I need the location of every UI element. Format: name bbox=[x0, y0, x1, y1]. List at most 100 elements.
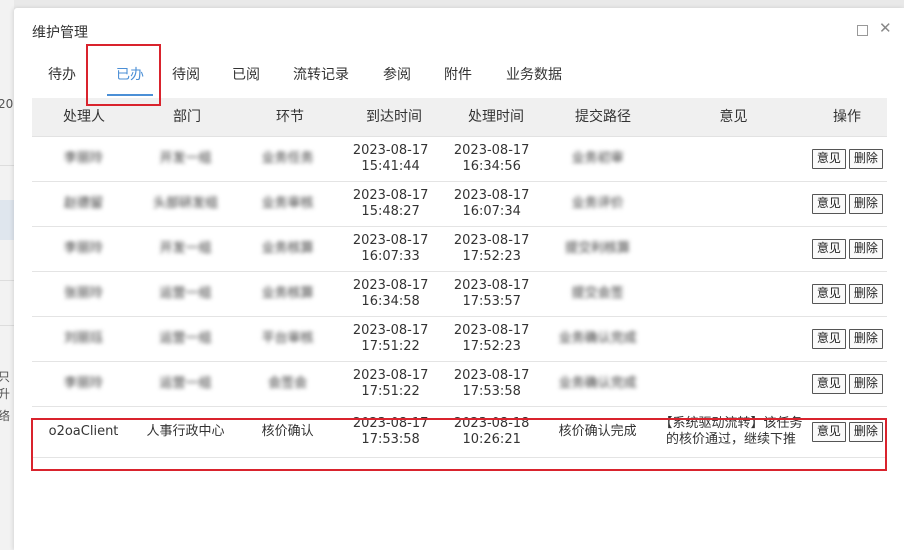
arrival-date: 2023-08-17 bbox=[352, 416, 429, 431]
tab-business-data[interactable]: 业务数据 bbox=[499, 56, 569, 98]
arrival-clock: 15:48:27 bbox=[361, 204, 420, 219]
cell-department: 运营一组 bbox=[159, 376, 212, 391]
cell-handler: 李丽玲 bbox=[64, 151, 104, 166]
delete-button[interactable]: 删除 bbox=[848, 422, 883, 442]
opinion-button[interactable]: 意见 bbox=[811, 284, 846, 304]
cell-actions: 意见 删除 bbox=[808, 422, 887, 442]
cell-arrival-time: 2023-08-17 16:34:58 bbox=[339, 278, 442, 310]
cell-handler: 李丽玲 bbox=[64, 376, 104, 391]
arrival-clock: 17:51:22 bbox=[361, 384, 420, 399]
tab-attachments[interactable]: 附件 bbox=[438, 56, 478, 98]
cell-process-time: 2023-08-17 17:53:58 bbox=[442, 368, 541, 400]
process-date: 2023-08-17 bbox=[453, 278, 530, 293]
cell-actions: 意见 删除 bbox=[808, 329, 887, 349]
arrival-clock: 16:34:58 bbox=[361, 294, 420, 309]
cell-step: 业务审核 bbox=[261, 196, 314, 211]
cell-arrival-time: 2023-08-17 17:51:22 bbox=[339, 368, 442, 400]
cell-department: 运营一组 bbox=[159, 286, 212, 301]
cell-department: 运营一组 bbox=[159, 331, 212, 346]
maintenance-dialog: 维护管理 ✕ 待办 已办 待阅 已阅 流转记录 参阅 附件 业务数据 处理人 部… bbox=[14, 8, 904, 550]
cell-process-time: 2023-08-17 17:52:23 bbox=[442, 323, 541, 355]
table-row: 李丽玲 运营一组 会签会 2023-08-17 17:51:22 2023-08-17 17… bbox=[32, 362, 887, 407]
cell-arrival-time: 2023-08-17 17:53:58 bbox=[339, 416, 442, 448]
process-clock: 16:34:56 bbox=[462, 159, 521, 174]
arrival-date: 2023-08-17 bbox=[352, 323, 429, 338]
arrival-date: 2023-08-17 bbox=[352, 278, 429, 293]
delete-button[interactable]: 删除 bbox=[848, 284, 883, 304]
background-app: 20 只升 络 bbox=[0, 0, 14, 550]
cell-process-time: 2023-08-17 17:53:57 bbox=[442, 278, 541, 310]
opinion-button[interactable]: 意见 bbox=[811, 422, 846, 442]
background-text: 只升 bbox=[0, 370, 11, 401]
cell-arrival-time: 2023-08-17 15:48:27 bbox=[339, 188, 442, 220]
arrival-date: 2023-08-17 bbox=[352, 143, 429, 158]
cell-department: 开发一组 bbox=[159, 151, 212, 166]
cell-department: 开发一组 bbox=[159, 241, 212, 256]
cell-submit-path: 核价确认完成 bbox=[558, 424, 637, 439]
cell-step: 会签会 bbox=[268, 376, 308, 391]
tab-to-read[interactable]: 待阅 bbox=[166, 56, 206, 98]
arrival-clock: 15:41:44 bbox=[361, 159, 420, 174]
cell-actions: 意见 删除 bbox=[808, 374, 887, 394]
tab-flow-records[interactable]: 流转记录 bbox=[286, 56, 356, 98]
cell-step: 业务核算 bbox=[261, 241, 314, 256]
process-date: 2023-08-17 bbox=[453, 143, 530, 158]
table-row: 李丽玲 开发一组 业务任务 2023-08-17 15:41:44 2023-08-17 1… bbox=[32, 137, 887, 182]
opinion-button[interactable]: 意见 bbox=[811, 329, 846, 349]
delete-button[interactable]: 删除 bbox=[848, 149, 883, 169]
tab-done[interactable]: 已办 bbox=[102, 56, 158, 98]
cell-step: 平台审核 bbox=[261, 331, 314, 346]
table-body: 李丽玲 开发一组 业务任务 2023-08-17 15:41:44 2023-08-17 1… bbox=[32, 137, 887, 458]
header-opinion: 意见 bbox=[719, 109, 748, 125]
process-date: 2023-08-17 bbox=[453, 188, 530, 203]
process-date: 2023-08-18 bbox=[453, 416, 530, 431]
process-date: 2023-08-17 bbox=[453, 323, 530, 338]
header-handler: 处理人 bbox=[63, 109, 105, 125]
cell-actions: 意见 删除 bbox=[808, 239, 887, 259]
process-clock: 17:53:57 bbox=[462, 294, 521, 309]
opinion-button[interactable]: 意见 bbox=[811, 149, 846, 169]
table-header: 处理人 部门 环节 到达时间 处理时间 提交路径 意见 操作 bbox=[32, 98, 887, 137]
background-text: 20 bbox=[0, 97, 14, 111]
cell-handler: 赵德留 bbox=[64, 196, 104, 211]
table-row: 赵德留 头部研发组 业务审核 2023-08-17 15:48:27 2023-08-17… bbox=[32, 182, 887, 227]
cell-department: 人事行政中心 bbox=[146, 424, 225, 439]
header-department: 部门 bbox=[173, 109, 201, 125]
header-step: 环节 bbox=[276, 109, 304, 125]
close-icon[interactable]: ✕ bbox=[879, 19, 892, 37]
tab-read[interactable]: 已阅 bbox=[226, 56, 266, 98]
arrival-clock: 17:51:22 bbox=[361, 339, 420, 354]
delete-button[interactable]: 删除 bbox=[848, 239, 883, 259]
opinion-button[interactable]: 意见 bbox=[811, 194, 846, 214]
header-submit-path: 提交路径 bbox=[575, 109, 631, 125]
cell-arrival-time: 2023-08-17 16:07:33 bbox=[339, 233, 442, 265]
arrival-clock: 17:53:58 bbox=[361, 432, 420, 447]
cell-process-time: 2023-08-17 16:07:34 bbox=[442, 188, 541, 220]
arrival-date: 2023-08-17 bbox=[352, 188, 429, 203]
table-row: 李丽玲 开发一组 业务核算 2023-08-17 16:07:33 2023-08-17 1… bbox=[32, 227, 887, 272]
tab-reference[interactable]: 参阅 bbox=[377, 56, 417, 98]
cell-step: 核价确认 bbox=[261, 424, 314, 439]
opinion-button[interactable]: 意见 bbox=[811, 374, 846, 394]
cell-handler: 李丽玲 bbox=[64, 241, 104, 256]
cell-handler: o2oaClient bbox=[48, 424, 119, 439]
arrival-date: 2023-08-17 bbox=[352, 368, 429, 383]
table-row: 张丽玲 运营一组 业务核算 2023-08-17 16:34:58 2023-08-17 1… bbox=[32, 272, 887, 317]
cell-handler: 刘丽珏 bbox=[64, 331, 104, 346]
arrival-clock: 16:07:33 bbox=[361, 249, 420, 264]
cell-process-time: 2023-08-18 10:26:21 bbox=[442, 416, 541, 448]
cell-submit-path: 提交会签 bbox=[571, 286, 624, 301]
delete-button[interactable]: 删除 bbox=[848, 329, 883, 349]
arrival-date: 2023-08-17 bbox=[352, 233, 429, 248]
opinion-button[interactable]: 意见 bbox=[811, 239, 846, 259]
process-clock: 16:07:34 bbox=[462, 204, 521, 219]
tab-todo[interactable]: 待办 bbox=[42, 56, 82, 98]
background-text: 络 bbox=[0, 409, 11, 423]
maximize-icon[interactable] bbox=[857, 25, 868, 36]
process-clock: 17:53:58 bbox=[462, 384, 521, 399]
delete-button[interactable]: 删除 bbox=[848, 374, 883, 394]
cell-handler: 张丽玲 bbox=[64, 286, 104, 301]
cell-opinion: 【系统驱动流转】该任务的核价通过，继续下推 bbox=[659, 416, 803, 447]
delete-button[interactable]: 删除 bbox=[848, 194, 883, 214]
table-row: o2oaClient 人事行政中心 核价确认 2023-08-17 17:53:58 20… bbox=[32, 407, 887, 458]
